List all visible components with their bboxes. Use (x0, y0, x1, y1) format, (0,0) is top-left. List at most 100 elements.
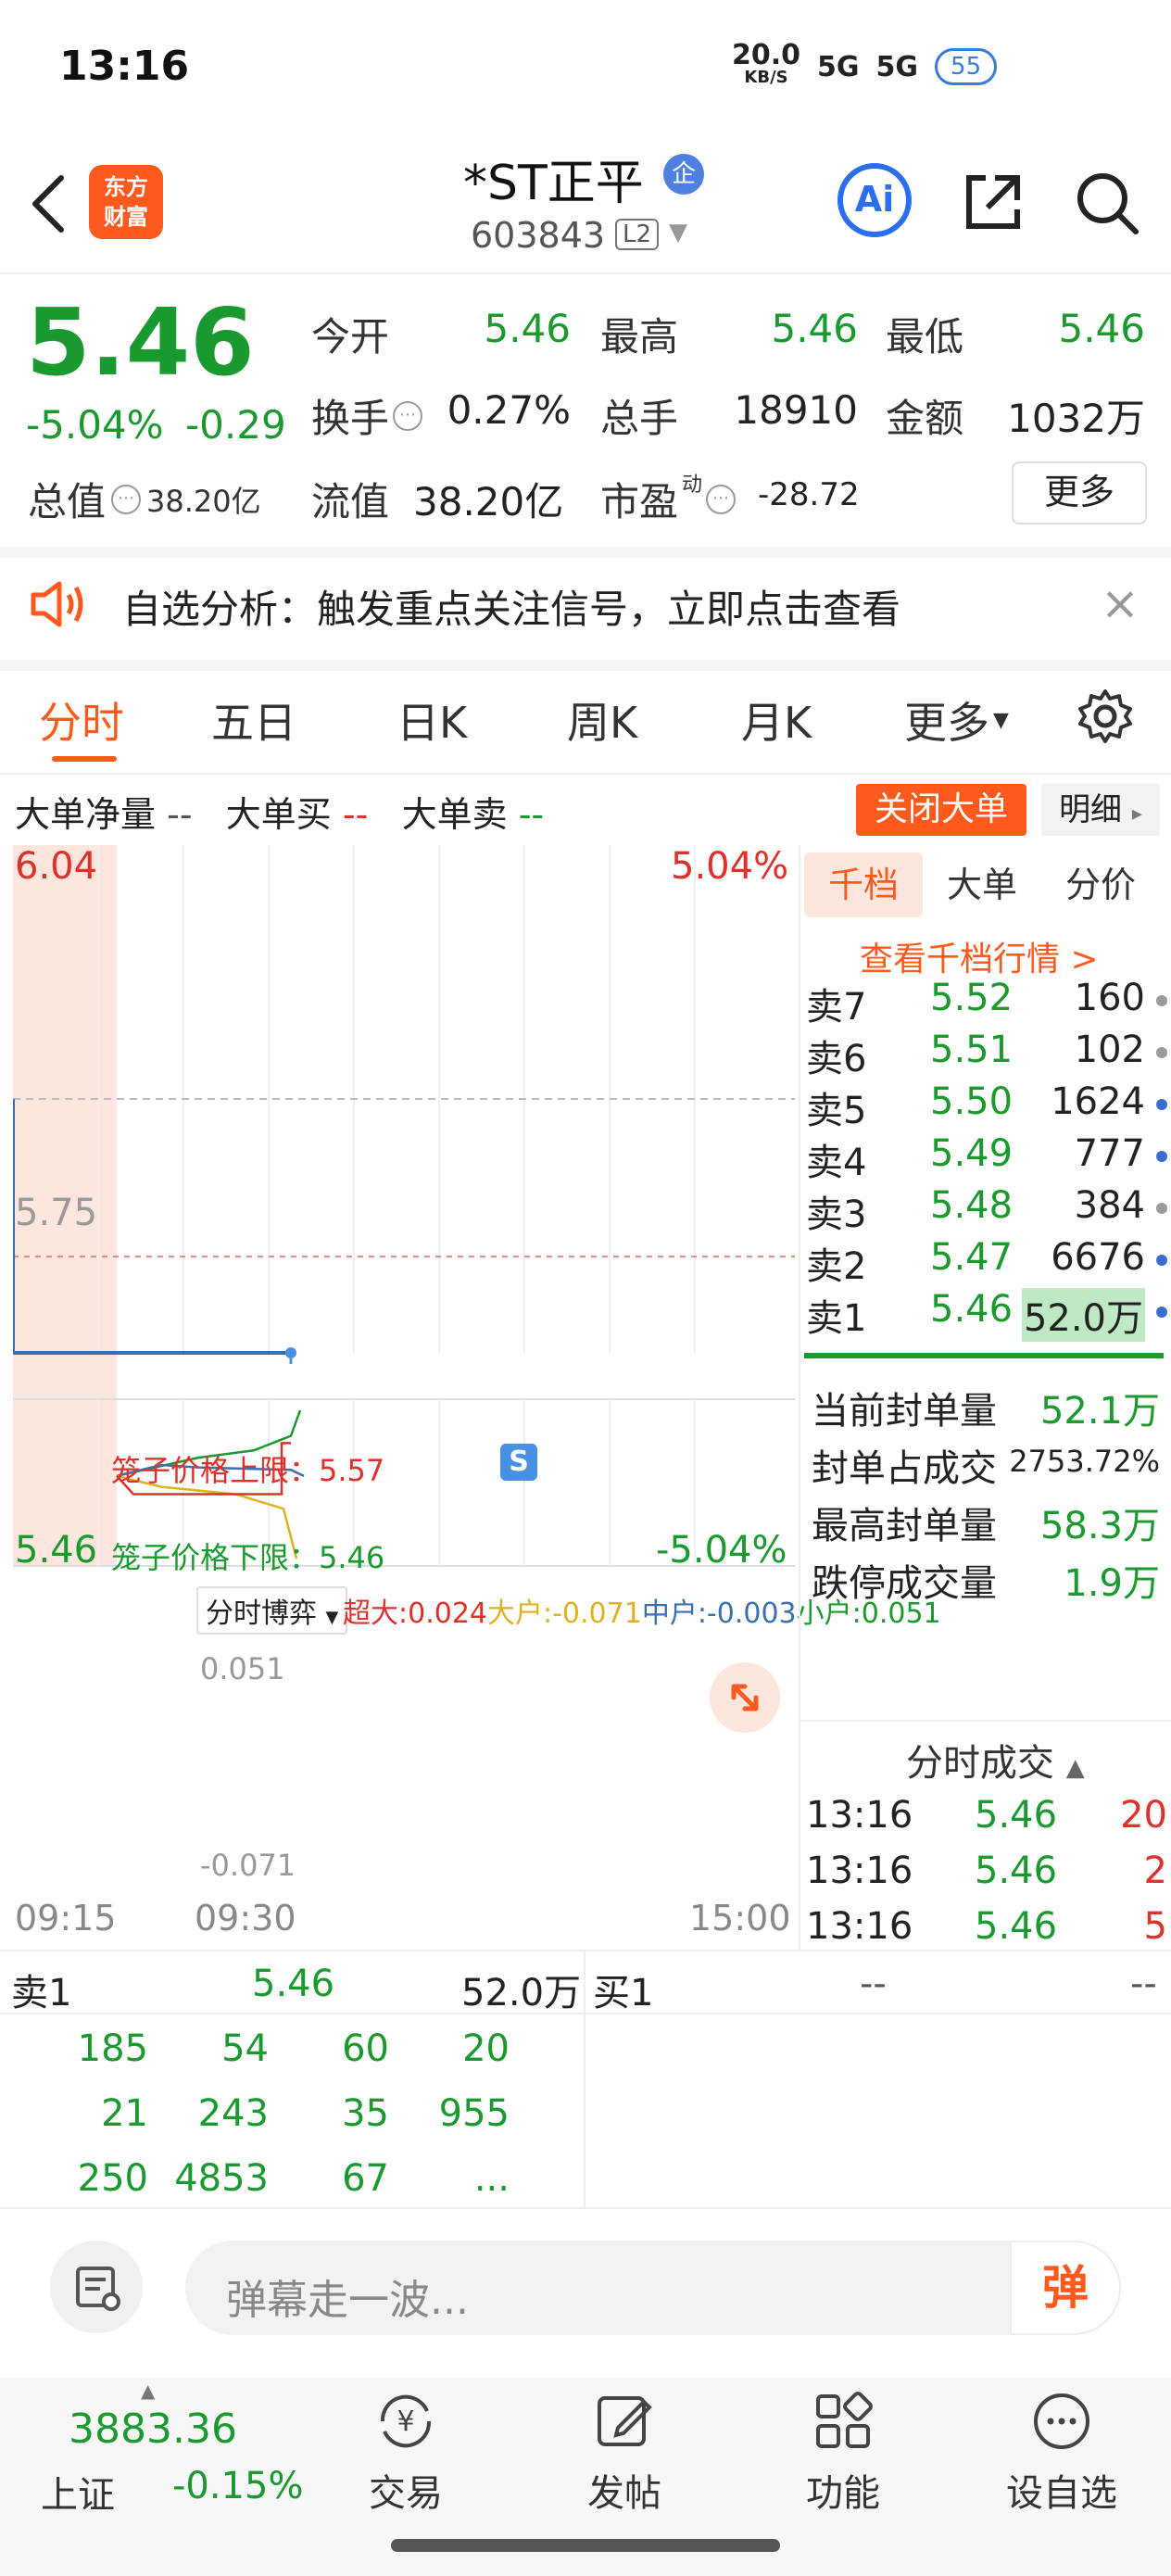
indicator-select[interactable]: 分时博弈 ▼ (196, 1586, 348, 1635)
nav-trade[interactable]: ¥ 交易 (341, 2389, 471, 2517)
nav-add-watchlist[interactable]: 设自选 (997, 2389, 1127, 2517)
seal-divider (804, 1353, 1164, 1358)
chart-bottom-price: 5.46 (15, 1529, 98, 1572)
total-market-value[interactable]: 总值 ⋯ 38.20亿 (28, 471, 261, 527)
tab-monthly-k[interactable]: 月K (741, 689, 812, 751)
order-dot-icon (1156, 1255, 1167, 1266)
divider (0, 272, 1171, 274)
divider (0, 660, 1171, 671)
caret-up-icon: ▲ (1065, 1754, 1085, 1782)
edit-icon (592, 2389, 657, 2454)
ask-price: 5.52 (930, 977, 1014, 1019)
low-label: 最低 (886, 314, 964, 360)
seal-stat-row: 跌停成交量 1.9万 (812, 1553, 1160, 1607)
order-dot-icon (1156, 1203, 1167, 1214)
divider (799, 1720, 1171, 1722)
order-dot-icon (1156, 1307, 1167, 1318)
ask-volume: 777 (1074, 1132, 1145, 1175)
pe-label[interactable]: 市盈 动 ⋯ (600, 471, 737, 527)
trades-title[interactable]: 分时成交 ▲ (906, 1733, 1085, 1787)
high-value: 5.46 (771, 306, 858, 351)
cage-lower-limit: 笼子价格下限：5.46 (111, 1540, 385, 1575)
queue-order-volume: 67 (342, 2157, 389, 2200)
chart-top-price: 6.04 (15, 845, 98, 888)
more-dots-icon (1029, 2389, 1094, 2454)
caret-down-icon[interactable]: ▼ (669, 219, 687, 246)
float-value-label: 流值 (311, 479, 390, 524)
high-label: 最高 (600, 314, 679, 360)
seal-label: 最高封单量 (812, 1505, 997, 1547)
search-icon[interactable] (1071, 167, 1141, 237)
ask-price: 5.47 (930, 1236, 1014, 1279)
ask-volume: 102 (1074, 1029, 1145, 1071)
brand-logo[interactable]: 东方 财富 (89, 165, 163, 239)
tick-time: 13:16 (806, 1905, 913, 1948)
tab-weekly-k[interactable]: 周K (567, 689, 637, 751)
index-change[interactable]: -0.15% (172, 2465, 304, 2507)
danmu-settings-icon[interactable] (50, 2241, 143, 2333)
queue-order-volume: 20 (462, 2027, 510, 2070)
index-name[interactable]: 上证 (41, 2465, 115, 2519)
tab-five-day[interactable]: 五日 (211, 689, 296, 751)
close-big-order-button[interactable]: 关闭大单 (856, 784, 1026, 836)
sub-chart-max: 0.051 (200, 1651, 285, 1686)
tab-intraday[interactable]: 分时 (39, 689, 124, 751)
ask-volume: 384 (1074, 1184, 1145, 1227)
nav-functions[interactable]: 功能 (778, 2389, 908, 2517)
ask-level: 卖2 (806, 1245, 867, 1288)
buy1-volume: -- (1130, 1963, 1157, 2005)
ask-row[interactable]: 卖4 5.49 777 (806, 1132, 1167, 1184)
tab-more[interactable]: 更多 ▼ (904, 689, 1009, 751)
settings-icon[interactable] (1075, 686, 1136, 751)
ask-row[interactable]: 卖1 5.46 52.0万 (806, 1288, 1167, 1342)
seal-label: 跌停成交量 (812, 1562, 997, 1605)
sell-marker[interactable]: S (500, 1444, 537, 1481)
amount-value: 1032万 (1007, 396, 1145, 441)
ask-row[interactable]: 卖2 5.47 6676 (806, 1236, 1167, 1288)
stock-code[interactable]: 603843 (471, 215, 605, 256)
view-thousand-link[interactable]: 查看千档行情 > (860, 932, 1099, 980)
info-icon: ⋯ (706, 484, 737, 514)
ask-level: 卖1 (806, 1297, 867, 1340)
caret-down-icon: ▼ (993, 708, 1009, 732)
nav-post[interactable]: 发帖 (560, 2389, 689, 2517)
ask-row[interactable]: 卖7 5.52 160 (806, 977, 1167, 1029)
tab-big-order[interactable]: 大单 (923, 852, 1041, 917)
back-button[interactable] (26, 167, 72, 241)
close-icon[interactable]: × (1101, 576, 1140, 630)
home-indicator[interactable] (391, 2539, 780, 2552)
tab-price-distribution[interactable]: 分价 (1041, 852, 1160, 917)
ask-row[interactable]: 卖3 5.48 384 (806, 1184, 1167, 1236)
tab-daily-k[interactable]: 日K (397, 689, 467, 751)
seal-value: 2753.72% (1009, 1444, 1160, 1479)
index-value[interactable]: 3883.36 (69, 2406, 237, 2453)
yen-exchange-icon: ¥ (373, 2389, 438, 2454)
seal-label: 封单占成交 (812, 1447, 997, 1490)
change-value: -0.29 (185, 402, 286, 448)
divider (0, 2013, 1171, 2014)
tick-time: 13:16 (806, 1850, 913, 1892)
share-icon[interactable] (958, 167, 1028, 237)
ask-row[interactable]: 卖6 5.51 102 (806, 1029, 1167, 1080)
chart-top-pct: 5.04% (671, 845, 789, 888)
danmu-send-button[interactable]: 弹 (1010, 2241, 1121, 2335)
expand-icon[interactable] (710, 1662, 780, 1733)
caret-down-icon: ▼ (325, 1608, 339, 1627)
ask-row[interactable]: 卖5 5.50 1624 (806, 1080, 1167, 1132)
ask-level: 卖7 (806, 986, 867, 1029)
best-quote-row: 卖1 5.46 52.0万 买1 -- -- (0, 1951, 1171, 2014)
more-button[interactable]: 更多 (1012, 461, 1147, 524)
order-dot-icon (1156, 1099, 1167, 1110)
notice-text[interactable]: 自选分析：触发重点关注信号，立即点击查看 (122, 578, 900, 635)
order-dot-icon (1156, 1047, 1167, 1058)
sub-chart-min: -0.071 (200, 1848, 296, 1883)
detail-button[interactable]: 明细 ▸ (1041, 784, 1160, 836)
speaker-icon (28, 578, 87, 634)
turnover-label[interactable]: 换手 ⋯ (311, 387, 423, 444)
seal-stat-row: 最高封单量 58.3万 (812, 1496, 1160, 1549)
tab-thousand-level[interactable]: 千档 (804, 852, 923, 917)
tick-volume: 2 (1143, 1850, 1167, 1892)
ai-button[interactable]: Ai (837, 163, 912, 237)
tick-volume: 20 (1120, 1794, 1167, 1837)
float-value: 38.20亿 (413, 479, 564, 524)
